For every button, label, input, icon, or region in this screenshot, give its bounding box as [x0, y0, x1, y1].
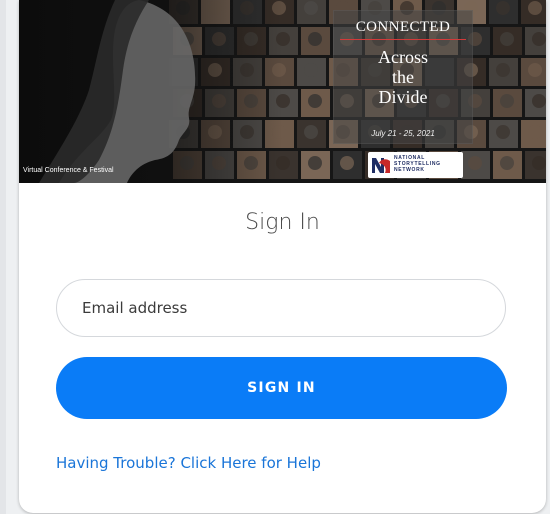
help-link[interactable]: Having Trouble? Click Here for Help: [56, 454, 321, 472]
page-title: Sign In: [245, 210, 320, 235]
logo-line: NETWORK: [394, 167, 425, 173]
email-field[interactable]: [56, 279, 506, 337]
banner-connected-text: CONNECTED: [355, 19, 451, 35]
banner-title-panel: CONNECTED Across the Divide July 21 - 25…: [333, 10, 473, 144]
banner-subtitle: Virtual Conference & Festival: [23, 167, 114, 174]
event-banner: CONNECTED Across the Divide July 21 - 25…: [19, 0, 546, 183]
banner-headline-line: the: [392, 67, 414, 87]
sign-in-button[interactable]: SIGN IN: [56, 357, 507, 419]
banner-headline: Across the Divide: [334, 47, 472, 107]
nsn-logo-text: NATIONAL STORYTELLING NETWORK: [394, 155, 460, 173]
nsn-logo-icon: [372, 158, 390, 173]
banner-dates: July 21 - 25, 2021: [371, 129, 435, 138]
storytelling-network-logo: NATIONAL STORYTELLING NETWORK: [368, 152, 463, 178]
banner-headline-line: Divide: [378, 87, 428, 107]
sign-in-card: CONNECTED Across the Divide July 21 - 25…: [19, 0, 546, 513]
banner-divider: [340, 39, 466, 40]
banner-headline-line: Across: [378, 47, 428, 67]
page-scrollbar[interactable]: [0, 0, 6, 514]
